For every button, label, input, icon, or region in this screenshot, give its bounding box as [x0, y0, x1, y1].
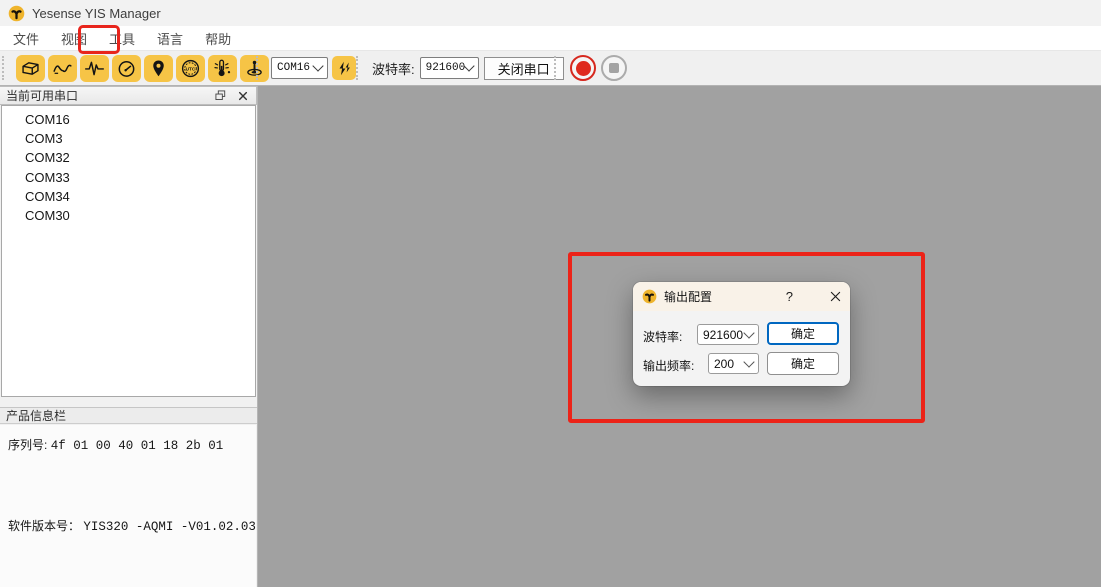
chevron-down-icon [312, 60, 323, 71]
toolbar-waveform-button[interactable] [80, 55, 109, 82]
ports-panel-title: 当前可用串口 [6, 87, 204, 104]
attitude-curve-icon [52, 58, 73, 79]
firmware-version-row: 软件版本号： YIS320 -AQMI -V01.02.03; [8, 517, 263, 534]
close-panel-icon[interactable] [236, 89, 250, 103]
float-panel-icon[interactable] [213, 89, 227, 103]
gauge-icon [116, 58, 137, 79]
window-title: Yesense YIS Manager [32, 6, 161, 21]
dialog-body: 波特率: 921600 确定 输出频率: 200 确定 [633, 311, 850, 386]
menu-item-view[interactable]: 视图 [53, 27, 95, 50]
toolbar-drag-handle[interactable] [554, 56, 561, 80]
location-icon [148, 58, 169, 79]
dialog-help-button[interactable]: ? [786, 289, 793, 304]
port-list-item[interactable]: COM32 [2, 148, 255, 167]
stop-button[interactable] [601, 55, 627, 81]
dialog-rate-label: 输出频率: [643, 357, 694, 374]
baud-rate-label: 波特率: [372, 59, 415, 78]
chevron-down-icon [743, 327, 754, 338]
ports-panel-header: 当前可用串口 [0, 86, 257, 105]
yesense-logo-icon [8, 5, 25, 22]
dialog-title: 输出配置 [664, 288, 712, 305]
refresh-ports-button[interactable] [332, 56, 356, 80]
serial-ports-panel: 当前可用串口 COM16 COM3 COM32 COM33 COM34 COM3… [0, 86, 258, 587]
temperature-icon [212, 58, 233, 79]
dialog-close-button[interactable] [830, 291, 841, 302]
serial-number-row: 序列号: 4f 01 00 40 01 18 2b 01 [8, 436, 223, 453]
record-icon [576, 61, 591, 76]
dialog-baud-label: 波特率: [643, 328, 682, 345]
com-port-value: COM16 [277, 62, 310, 74]
output-config-dialog: 输出配置 ? 波特率: 921600 确定 输出频率: 200 确定 [633, 282, 850, 386]
close-icon [830, 291, 841, 302]
firmware-version-label: 软件版本号： [8, 519, 80, 533]
toolbar: UTC COM16 [0, 50, 1101, 86]
utc-clock-icon: UTC [180, 58, 201, 79]
menu-item-language[interactable]: 语言 [149, 27, 191, 50]
window-titlebar: Yesense YIS Manager [0, 0, 1101, 26]
serial-number-value: 4f 01 00 40 01 18 2b 01 [51, 439, 224, 453]
rate-confirm-button[interactable]: 确定 [767, 352, 839, 375]
toolbar-utc-clock-button[interactable]: UTC [176, 55, 205, 82]
baud-rate-value: 921600 [426, 62, 466, 74]
port-list-item[interactable]: COM3 [2, 129, 255, 148]
record-button[interactable] [570, 55, 596, 81]
menu-item-help[interactable]: 帮助 [197, 27, 239, 50]
menu-item-file[interactable]: 文件 [5, 27, 47, 50]
toolbar-drag-handle[interactable] [256, 56, 263, 80]
toolbar-location-button[interactable] [144, 55, 173, 82]
toolbar-attitude-curve-button[interactable] [48, 55, 77, 82]
toolbar-view-group: UTC [2, 51, 269, 85]
product-info-header: 产品信息栏 [0, 407, 257, 424]
port-list-item[interactable]: COM16 [2, 110, 255, 129]
toolbar-temperature-button[interactable] [208, 55, 237, 82]
port-list: COM16 COM3 COM32 COM33 COM34 COM30 [1, 105, 256, 397]
dialog-titlebar: 输出配置 ? [633, 282, 850, 311]
dialog-baud-value: 921600 [703, 328, 743, 342]
dialog-baud-select[interactable]: 921600 [697, 324, 759, 345]
toolbar-3d-view-button[interactable] [16, 55, 45, 82]
yesense-logo-icon [642, 289, 657, 304]
com-port-select[interactable]: COM16 [271, 57, 328, 79]
waveform-icon [84, 58, 105, 79]
chevron-down-icon [464, 60, 475, 71]
dialog-rate-select[interactable]: 200 [708, 353, 759, 374]
3d-box-icon [20, 58, 41, 79]
serial-number-label: 序列号: [8, 438, 47, 452]
menu-bar: 文件 视图 工具 语言 帮助 [0, 26, 1101, 50]
refresh-icon [336, 60, 353, 77]
product-info-title: 产品信息栏 [6, 407, 66, 424]
toolbar-drag-handle[interactable] [2, 56, 9, 80]
baud-confirm-button[interactable]: 确定 [767, 322, 839, 345]
product-info-body: 序列号: 4f 01 00 40 01 18 2b 01 软件版本号： YIS3… [0, 425, 256, 587]
baud-rate-select[interactable]: 921600 [420, 57, 479, 79]
port-list-item[interactable]: COM33 [2, 168, 255, 187]
svg-text:UTC: UTC [186, 66, 196, 72]
toolbar-port-group: COM16 [256, 51, 356, 85]
firmware-version-value: YIS320 -AQMI -V01.02.03; [83, 520, 263, 534]
close-port-button[interactable]: 关闭串口 [484, 57, 564, 80]
chevron-down-icon [743, 356, 754, 367]
port-list-item[interactable]: COM34 [2, 187, 255, 206]
dialog-rate-value: 200 [714, 357, 734, 371]
toolbar-drag-handle[interactable] [356, 56, 363, 80]
menu-item-tools[interactable]: 工具 [101, 27, 143, 50]
toolbar-baud-group: 波特率: 921600 关闭串口 [356, 51, 564, 85]
port-list-item[interactable]: COM30 [2, 206, 255, 225]
stop-icon [609, 63, 619, 73]
toolbar-gauge-button[interactable] [112, 55, 141, 82]
toolbar-record-group [554, 51, 627, 85]
